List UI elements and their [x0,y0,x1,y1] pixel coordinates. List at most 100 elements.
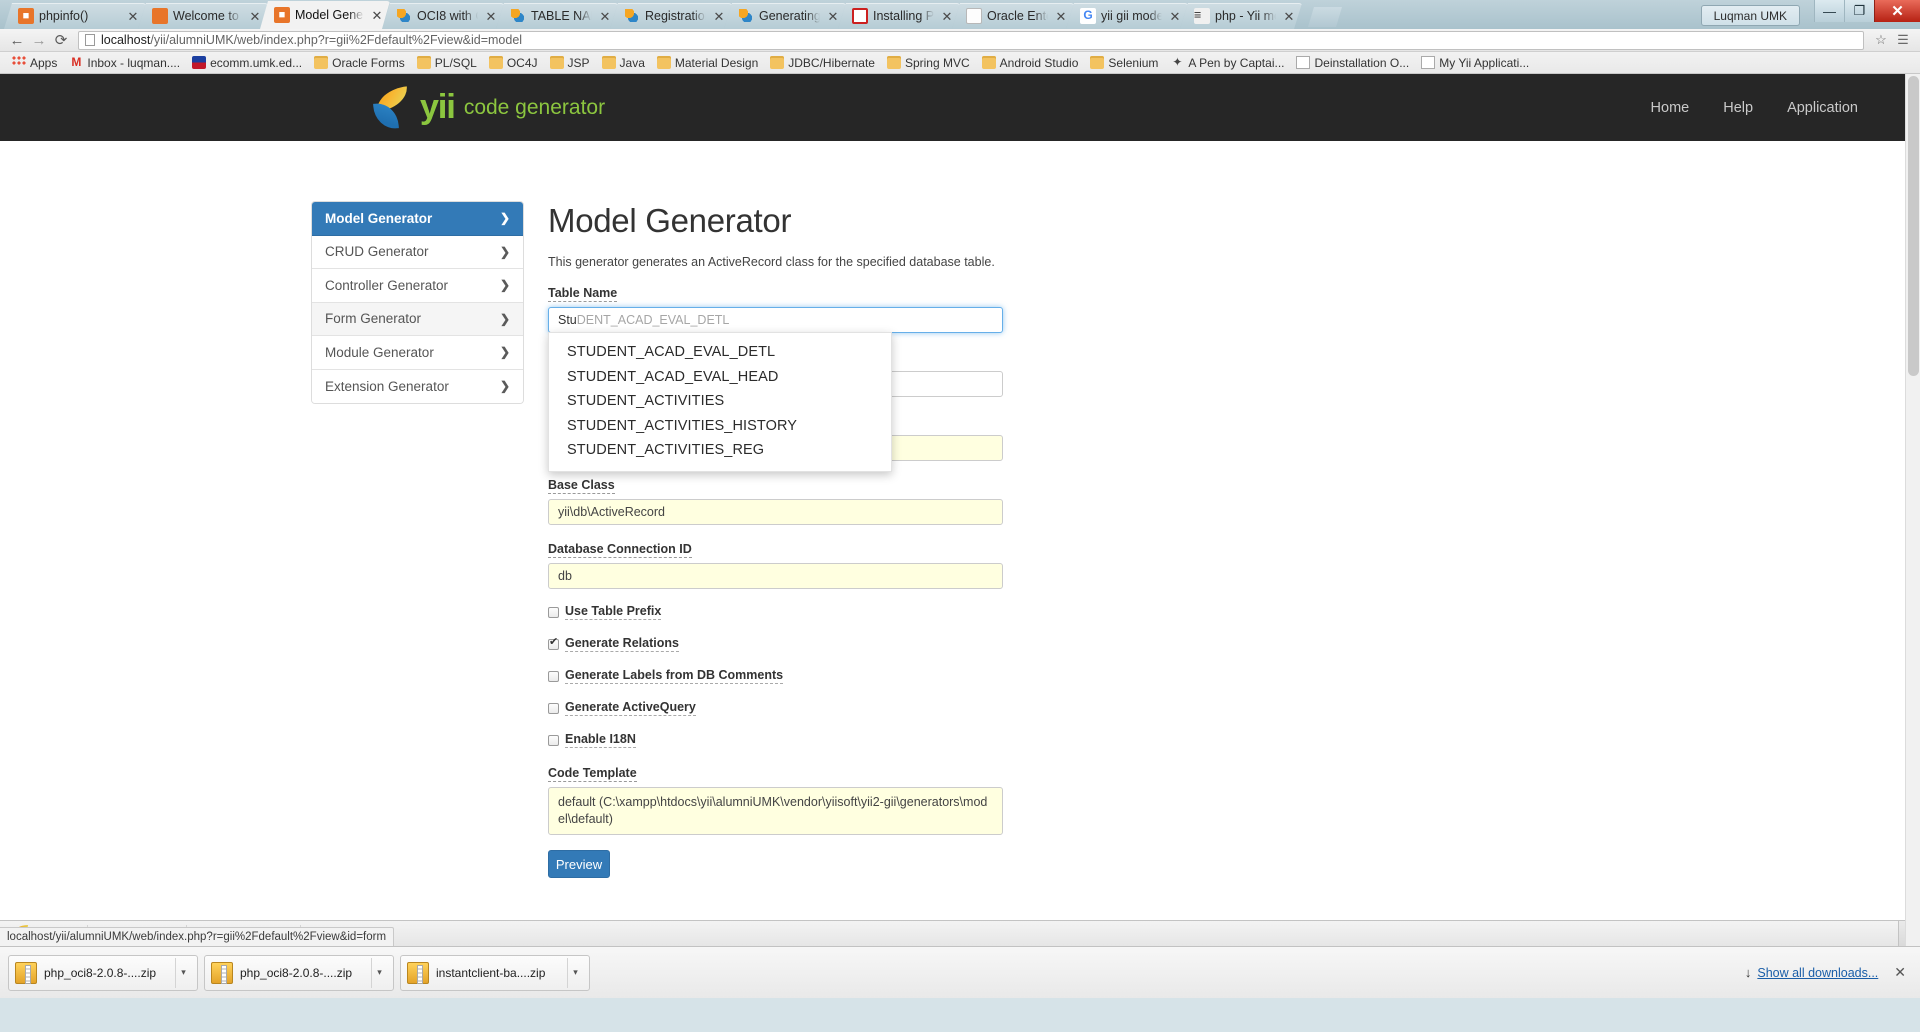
close-icon[interactable]: ✕ [370,9,384,22]
restore-button[interactable]: ❐ [1844,0,1874,22]
bookmark-item[interactable]: ✦ A Pen by Captai... [1164,54,1290,72]
checkbox-icon[interactable] [548,671,559,682]
autocomplete-option[interactable]: STUDENT_ACAD_EVAL_HEAD [549,365,891,390]
close-icon[interactable]: ✕ [1168,10,1182,23]
download-item[interactable]: php_oci8-2.0.8-....zip ▾ [204,955,394,991]
bookmark-item[interactable]: OC4J [483,54,544,72]
show-all-downloads-link[interactable]: Show all downloads... [1757,966,1878,980]
db-connection-input[interactable]: db [548,563,1003,589]
sidebar-item-model-generator[interactable]: Model Generator ❯ [312,202,523,236]
folder-icon [770,56,784,69]
bookmark-item[interactable]: Spring MVC [881,54,976,72]
checkbox-generate-labels-from-db-comments[interactable]: Generate Labels from DB Comments [548,668,1003,684]
tab-title: Welcome to iT [173,9,242,23]
download-item[interactable]: php_oci8-2.0.8-....zip ▾ [8,955,198,991]
browser-tab[interactable]: G yii gii model g ✕ [1066,3,1188,29]
sidebar-item-label: Extension Generator [325,379,449,394]
chevron-down-icon[interactable]: ▾ [567,958,583,988]
bookmark-item[interactable]: Selenium [1084,54,1164,72]
forward-icon[interactable]: → [28,32,50,49]
bookmark-item[interactable]: M Inbox - luqman.... [63,54,186,72]
browser-tab[interactable]: Generating Co ✕ [724,3,846,29]
bookmark-star-icon[interactable]: ☆ [1870,32,1892,48]
minimize-button[interactable]: — [1814,0,1844,22]
close-icon[interactable]: ✕ [484,10,498,23]
bookmark-item[interactable]: Java [596,54,651,72]
checkbox-icon[interactable] [548,735,559,746]
bookmark-item[interactable]: Oracle Forms [308,54,411,72]
bookmark-label: OC4J [507,56,538,70]
close-icon[interactable]: ✕ [1282,10,1296,23]
table-name-input[interactable]: StuDENT_ACAD_EVAL_DETL [548,307,1003,333]
tab-title: Generating Co [759,9,820,23]
bookmark-item[interactable]: ecomm.umk.ed... [186,54,308,72]
close-icon[interactable]: ✕ [126,10,140,23]
address-bar[interactable]: localhost /yii/alumniUMK/web/index.php?r… [78,31,1864,50]
browser-tab[interactable]: OCI8 with CDb ✕ [382,3,504,29]
checkbox-icon[interactable] [548,703,559,714]
site-brand[interactable]: yii code generator [368,85,605,131]
checkbox-generate-activequery[interactable]: Generate ActiveQuery [548,700,1003,716]
chevron-down-icon[interactable]: ▾ [175,958,191,988]
nav-link-home[interactable]: Home [1634,100,1707,116]
bookmark-item[interactable]: My Yii Applicati... [1415,54,1535,72]
bookmark-item[interactable]: Android Studio [976,54,1085,72]
bookmark-item[interactable]: JSP [544,54,596,72]
sidebar-item-extension-generator[interactable]: Extension Generator ❯ [312,370,523,404]
browser-tab[interactable]: ■ phpinfo() ✕ [4,3,146,29]
autocomplete-option[interactable]: STUDENT_ACTIVITIES_REG [549,438,891,463]
chevron-down-icon[interactable]: ▾ [371,958,387,988]
base-class-input[interactable]: yii\db\ActiveRecord [548,499,1003,525]
reload-icon[interactable]: ⟳ [50,31,72,49]
close-icon[interactable]: ✕ [940,10,954,23]
close-window-button[interactable]: ✕ [1874,0,1920,22]
scrollbar-thumb[interactable] [1908,76,1919,376]
browser-tab[interactable]: Registration S ✕ [610,3,732,29]
php-icon: ■ [274,7,290,23]
close-shelf-icon[interactable]: ✕ [1894,964,1906,981]
close-icon[interactable]: ✕ [1054,10,1068,23]
browser-tab[interactable]: Installing PHP ✕ [838,3,960,29]
checkbox-icon[interactable] [548,607,559,618]
nav-link-application[interactable]: Application [1770,100,1875,116]
user-profile-chip[interactable]: Luqman UMK [1701,5,1800,26]
status-bubble: localhost/yii/alumniUMK/web/index.php?r=… [0,927,394,946]
browser-tab[interactable]: Welcome to iT ✕ [138,3,268,29]
sidebar-item-controller-generator[interactable]: Controller Generator ❯ [312,269,523,303]
sidebar-item-crud-generator[interactable]: CRUD Generator ❯ [312,236,523,270]
page-scrollbar[interactable] [1905,74,1920,946]
browser-tab[interactable]: Oracle Enterpr ✕ [952,3,1074,29]
bookmark-label: JSP [568,56,590,70]
back-icon[interactable]: ← [6,32,28,49]
browser-tab[interactable]: ≡ php - Yii mode ✕ [1180,3,1302,29]
browser-tab-active[interactable]: ■ Model Genera ✕ [260,1,390,29]
bookmark-item[interactable]: Deinstallation O... [1290,54,1415,72]
bookmark-item[interactable]: JDBC/Hibernate [764,54,881,72]
browser-tab[interactable]: TABLE NAME ✕ [496,3,618,29]
preview-button[interactable]: Preview [548,850,610,878]
checkbox-enable-i18n[interactable]: Enable I18N [548,732,1003,748]
page-info-icon[interactable] [85,34,95,46]
checkbox-use-table-prefix[interactable]: Use Table Prefix [548,604,1003,620]
close-icon[interactable]: ✕ [248,10,262,23]
checkbox-checked-icon[interactable] [548,639,559,650]
sidebar-item-form-generator[interactable]: Form Generator ❯ [312,303,523,337]
menu-icon[interactable]: ☰ [1892,32,1914,48]
new-tab-button[interactable] [1308,7,1342,27]
code-template-input[interactable]: default (C:\xampp\htdocs\yii\alumniUMK\v… [548,787,1003,835]
download-item[interactable]: instantclient-ba....zip ▾ [400,955,590,991]
url-path: /yii/alumniUMK/web/index.php?r=gii%2Fdef… [150,33,522,47]
php-icon: ■ [18,8,34,24]
bookmark-item[interactable]: PL/SQL [411,54,483,72]
bookmark-item[interactable]: Material Design [651,54,764,72]
autocomplete-option[interactable]: STUDENT_ACAD_EVAL_DETL [549,340,891,365]
bookmark-apps[interactable]: Apps [6,54,63,72]
nav-link-help[interactable]: Help [1706,100,1770,116]
sidebar-item-module-generator[interactable]: Module Generator ❯ [312,336,523,370]
close-icon[interactable]: ✕ [712,10,726,23]
autocomplete-option[interactable]: STUDENT_ACTIVITIES [549,389,891,414]
checkbox-generate-relations[interactable]: Generate Relations [548,636,1003,652]
autocomplete-option[interactable]: STUDENT_ACTIVITIES_HISTORY [549,414,891,439]
close-icon[interactable]: ✕ [826,10,840,23]
close-icon[interactable]: ✕ [598,10,612,23]
